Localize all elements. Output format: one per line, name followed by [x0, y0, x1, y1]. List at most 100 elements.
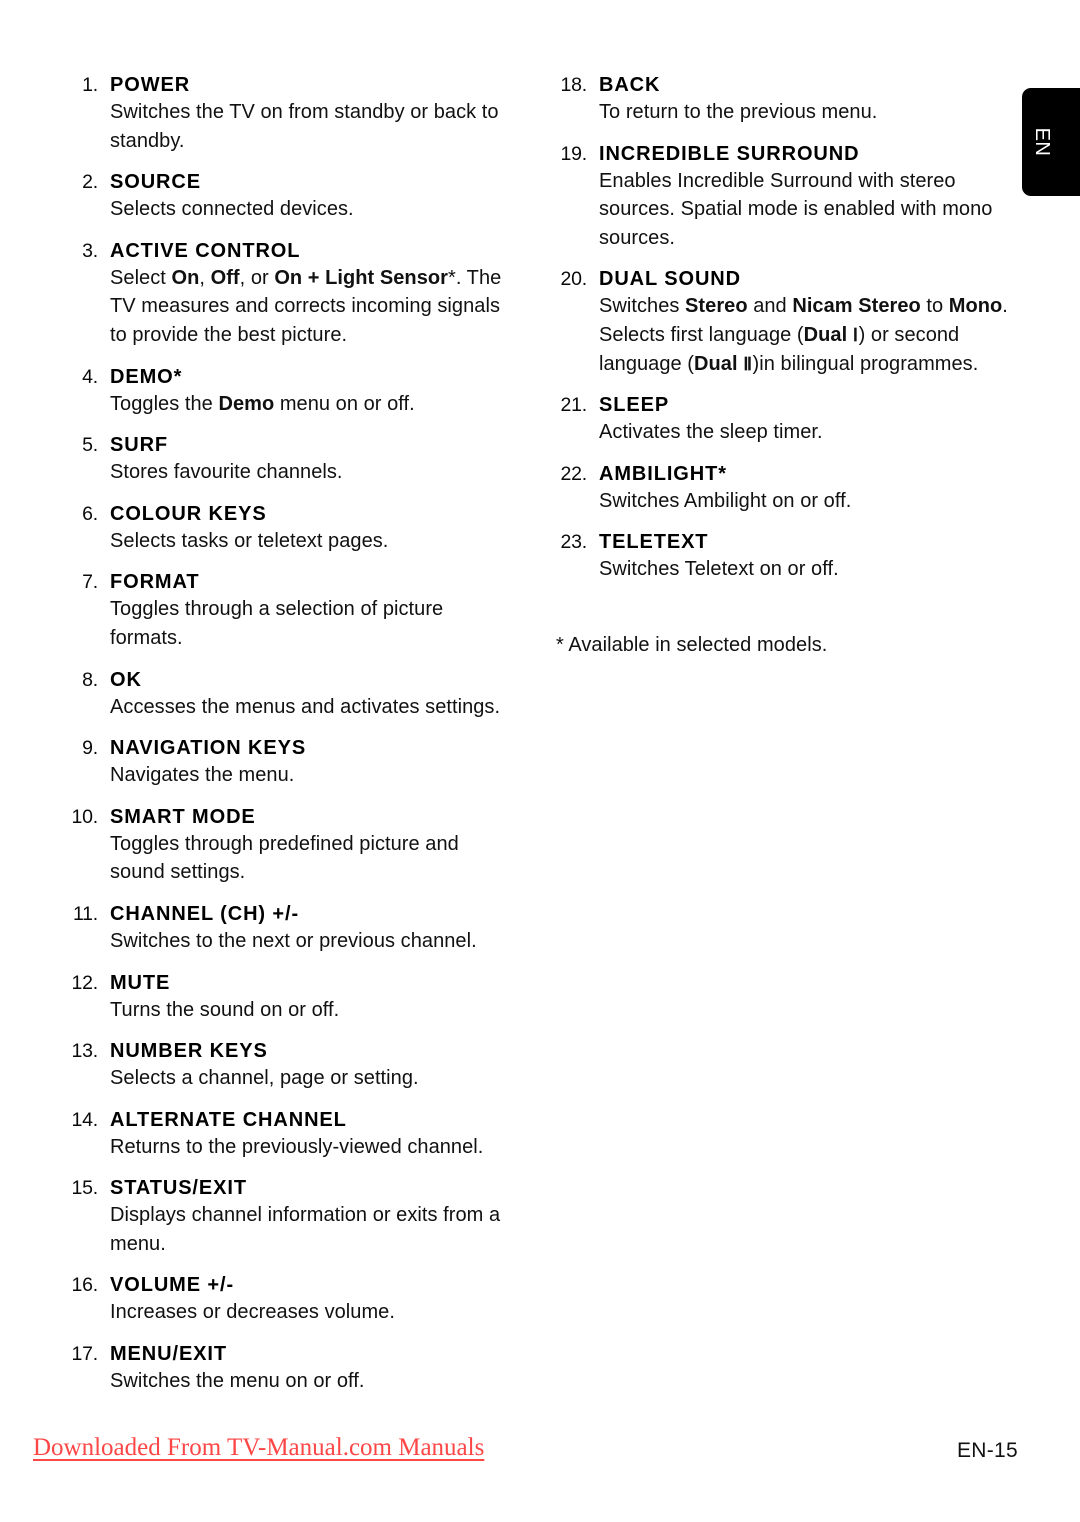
entry-description: Turns the sound on or off.	[110, 998, 340, 1021]
entry-description: Switches Teletext on or off.	[599, 558, 839, 581]
manual-entry: 13. NUMBER KEYS Selects a channel, page or…	[60, 1040, 515, 1093]
entry-heading: 18. BACK	[549, 74, 1019, 97]
entry-number: 20.	[560, 268, 587, 291]
entry-number: 13.	[71, 1040, 98, 1063]
manual-entry: 8. OK Accesses the menus and activates set…	[60, 669, 515, 722]
entry-heading: 7. FORMAT	[60, 571, 515, 594]
manual-page: EN 1. POWER Switches the TV on from standb…	[0, 0, 1080, 1522]
manual-entry: 1. POWER Switches the TV on from standby o…	[60, 74, 515, 155]
manual-entry: 7. FORMAT Toggles through a selection of p…	[60, 571, 515, 652]
entry-heading: 12. MUTE	[60, 972, 515, 995]
entry-heading: 20. DUAL SOUND	[549, 268, 1019, 291]
entry-title: SLEEP	[599, 394, 670, 417]
entry-title: ALTERNATE CHANNEL	[110, 1108, 347, 1131]
entry-heading: 13. NUMBER KEYS	[60, 1040, 515, 1063]
entry-heading: 10. SMART MODE	[60, 806, 515, 829]
manual-entry: 14. ALTERNATE CHANNEL Returns to the previ…	[60, 1109, 515, 1162]
entry-description: Toggles through a selection of picture f…	[110, 598, 444, 649]
entry-description: Selects tasks or teletext pages.	[110, 529, 389, 552]
left-column: 1. POWER Switches the TV on from standby o…	[60, 74, 515, 1412]
entry-number: 2.	[82, 171, 98, 194]
entry-title: SURF	[110, 434, 169, 457]
entry-description: Switches to the next or previous channel…	[110, 929, 477, 952]
manual-entry: 21. SLEEP Activates the sleep timer.	[549, 394, 1019, 447]
manual-entry: 4. DEMO* Toggles the Demo menu on or off.	[60, 366, 515, 419]
entry-title: STATUS/EXIT	[110, 1177, 247, 1200]
entry-description: Accesses the menus and activates setting…	[110, 695, 501, 718]
entry-heading: 5. SURF	[60, 434, 515, 457]
entry-heading: 22. AMBILIGHT*	[549, 463, 1019, 486]
entry-heading: 4. DEMO*	[60, 366, 515, 389]
entry-number: 17.	[71, 1343, 98, 1366]
entry-heading: 15. STATUS/EXIT	[60, 1177, 515, 1200]
entry-title: POWER	[110, 74, 191, 96]
entry-title: DEMO*	[110, 365, 183, 388]
entry-heading: 6. COLOUR KEYS	[60, 503, 515, 526]
entry-heading: 14. ALTERNATE CHANNEL	[60, 1109, 515, 1132]
entry-number: 6.	[82, 502, 98, 525]
manual-entry: 2. SOURCE Selects connected devices.	[60, 171, 515, 224]
entry-number: 7.	[82, 571, 98, 594]
manual-entry: 20. DUAL SOUND Switches Stereo and Nicam S…	[549, 268, 1019, 378]
entry-heading: 8. OK	[60, 669, 515, 692]
entry-number: 8.	[82, 668, 98, 691]
manual-entry: 18. BACK To return to the previous menu.	[549, 74, 1019, 127]
entry-description: Select On, Off, or On + Light Sensor*. T…	[110, 266, 502, 346]
entry-title: BACK	[599, 74, 661, 96]
manual-entry: 5. SURF Stores favourite channels.	[60, 434, 515, 487]
entry-title: MENU/EXIT	[110, 1343, 227, 1366]
entry-number: 14.	[71, 1108, 98, 1131]
download-source-link[interactable]: Downloaded From TV-Manual.com Manuals	[33, 1434, 484, 1462]
entry-description: Returns to the previously-viewed channel…	[110, 1135, 484, 1158]
entry-number: 3.	[82, 239, 98, 262]
entry-description: Enables Incredible Surround with stereo …	[599, 169, 993, 249]
entry-title: TELETEXT	[599, 531, 709, 554]
entry-description: Switches the TV on from standby or back …	[110, 101, 499, 152]
entry-description: Toggles through predefined picture and s…	[110, 832, 459, 884]
entry-number: 10.	[71, 805, 98, 828]
entry-number: 22.	[560, 462, 587, 485]
entry-number: 12.	[71, 971, 98, 994]
entry-number: 5.	[82, 434, 98, 457]
entry-number: 19.	[560, 142, 587, 165]
entry-heading: 23. TELETEXT	[549, 531, 1019, 554]
entry-description: Selects a channel, page or setting.	[110, 1067, 419, 1090]
entry-title: NAVIGATION KEYS	[110, 737, 307, 760]
entry-description: Selects connected devices.	[110, 198, 354, 221]
entry-description: Stores favourite channels.	[110, 461, 343, 484]
entry-title: COLOUR KEYS	[110, 502, 267, 525]
entry-description: To return to the previous menu.	[599, 101, 878, 123]
manual-entry: 23. TELETEXT Switches Teletext on or off.	[549, 531, 1019, 584]
entry-title: OK	[110, 668, 142, 691]
language-tab: EN	[1022, 88, 1080, 196]
entry-title: DUAL SOUND	[599, 268, 741, 291]
entry-title: SMART MODE	[110, 805, 256, 828]
manual-entry: 6. COLOUR KEYS Selects tasks or teletext p…	[60, 503, 515, 556]
entry-title: NUMBER KEYS	[110, 1040, 268, 1063]
entry-description: Increases or decreases volume.	[110, 1301, 395, 1324]
entry-heading: 2. SOURCE	[60, 171, 515, 194]
manual-entry: 15. STATUS/EXIT Displays channel informati…	[60, 1177, 515, 1258]
entry-title: FORMAT	[110, 571, 200, 594]
language-tab-label: EN	[1031, 127, 1054, 157]
right-column: 18. BACK To return to the previous menu. 19…	[549, 74, 1019, 657]
entry-title: VOLUME +/-	[110, 1274, 235, 1297]
manual-entry: 9. NAVIGATION KEYS Navigates the menu.	[60, 737, 515, 790]
entry-heading: 1. POWER	[60, 74, 515, 97]
entry-title: CHANNEL (CH) +/-	[110, 902, 300, 925]
entry-number: 11.	[72, 902, 98, 925]
entry-heading: 3. ACTIVE CONTROL	[60, 240, 515, 263]
entry-heading: 11. CHANNEL (CH) +/-	[60, 903, 515, 926]
manual-entry: 17. MENU/EXIT Switches the menu on or off.	[60, 1343, 515, 1396]
page-number: EN-15	[956, 1439, 1018, 1462]
entry-description: Switches Ambilight on or off.	[599, 489, 852, 512]
entry-description: Switches Stereo and Nicam Stereo to Mono…	[599, 295, 1008, 375]
entry-number: 18.	[560, 74, 587, 96]
entry-description: Toggles the Demo menu on or off.	[110, 392, 415, 415]
entry-title: MUTE	[110, 971, 171, 994]
manual-entry: 10. SMART MODE Toggles through predefined …	[60, 806, 515, 887]
entry-number: 15.	[71, 1177, 98, 1200]
entry-number: 9.	[82, 737, 98, 760]
entry-number: 4.	[82, 365, 98, 388]
footnote: * Available in selected models.	[556, 633, 828, 656]
